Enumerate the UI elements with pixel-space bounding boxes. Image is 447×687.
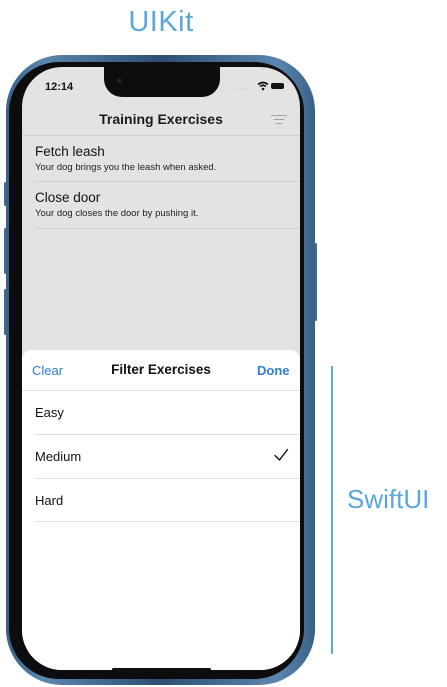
option-divider — [35, 521, 300, 522]
done-button[interactable]: Done — [257, 363, 290, 378]
status-time: 12:14 — [45, 81, 74, 93]
row-divider — [35, 228, 300, 229]
option-easy[interactable]: Easy — [35, 405, 64, 420]
option-divider — [35, 478, 300, 479]
battery-icon — [271, 83, 284, 89]
swiftui-caption: SwiftUI — [347, 484, 430, 514]
filter-sheet — [22, 350, 300, 670]
nav-title: Training Exercises — [99, 111, 223, 127]
swiftui-bracket-line — [331, 366, 333, 654]
row-divider — [35, 181, 300, 182]
nav-divider — [22, 135, 300, 136]
wifi-icon — [257, 81, 269, 91]
option-divider — [35, 434, 300, 435]
exercise-subtitle: Your dog brings you the leash when asked… — [35, 162, 217, 173]
option-medium[interactable]: Medium — [35, 449, 81, 464]
front-camera — [117, 78, 122, 83]
exercise-title: Fetch leash — [35, 144, 105, 159]
sheet-header-divider — [22, 390, 300, 391]
filter-icon[interactable] — [270, 113, 288, 126]
signal-dots: ····· — [233, 86, 250, 93]
checkmark-icon — [274, 448, 289, 461]
home-indicator[interactable] — [112, 668, 211, 671]
uikit-caption: UIKit — [128, 6, 194, 38]
exercise-title: Close door — [35, 190, 101, 205]
option-hard[interactable]: Hard — [35, 493, 63, 508]
clear-button[interactable]: Clear — [32, 363, 63, 378]
exercise-subtitle: Your dog closes the door by pushing it. — [35, 208, 199, 219]
